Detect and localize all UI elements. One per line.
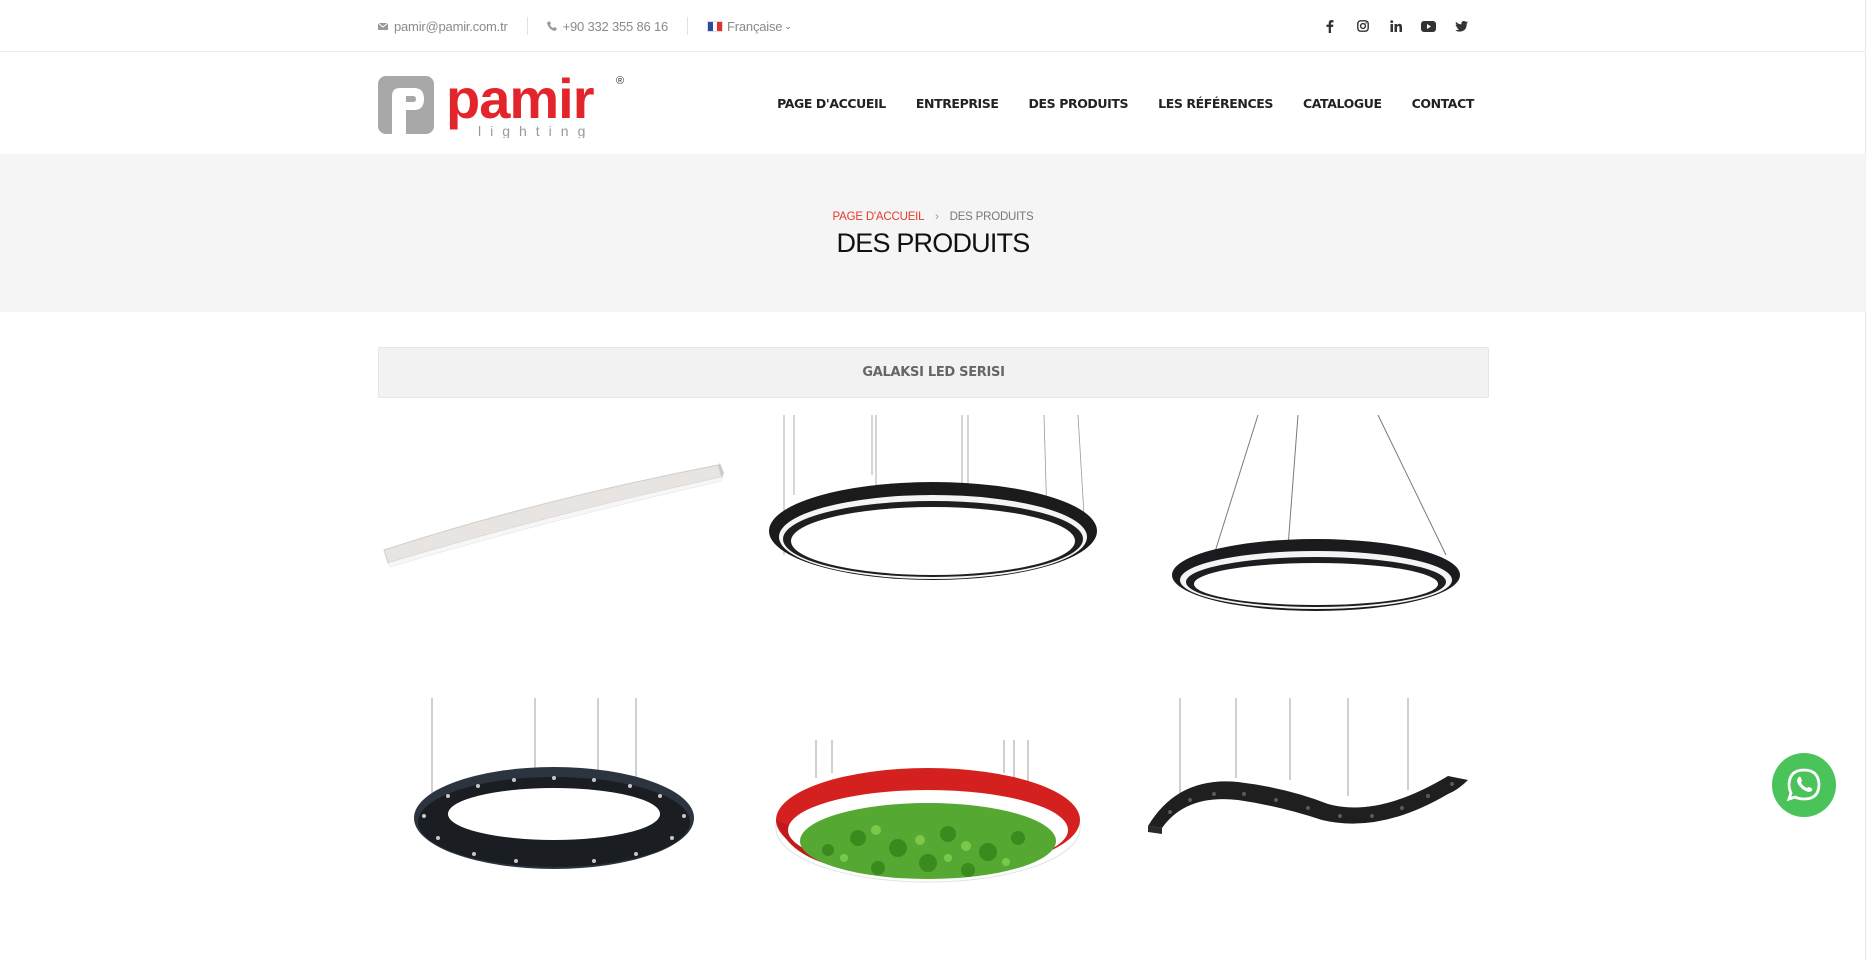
red-ring-moss-image	[775, 740, 1081, 883]
page: pamir@pamir.com.tr +90 332 355 86 16 Fra…	[0, 0, 1866, 960]
product-card-4[interactable]	[378, 698, 748, 928]
product-card-3[interactable]	[1118, 414, 1488, 645]
chevron-down-icon: ⌄	[784, 20, 792, 31]
topbar-phone[interactable]: +90 332 355 86 16	[546, 19, 669, 34]
large-black-ring-image	[769, 414, 1097, 580]
topbar-email[interactable]: pamir@pamir.com.tr	[378, 19, 508, 34]
hanging-black-ring-image	[1172, 414, 1460, 611]
page-title: DES PRODUITS	[836, 228, 1031, 258]
wave-black-spots-image	[1148, 698, 1468, 834]
product-card-1[interactable]	[378, 415, 748, 645]
topbar-phone-text[interactable]: +90 332 355 86 16	[563, 19, 669, 34]
chevron-right-icon: ›	[934, 211, 939, 223]
linkedin-icon[interactable]	[1379, 16, 1412, 36]
language-label[interactable]: Française	[727, 19, 782, 34]
curved-linear-light-image	[383, 463, 724, 568]
breadcrumb-current: DES PRODUITS	[949, 211, 1034, 223]
youtube-icon[interactable]	[1412, 16, 1445, 36]
nav-item-company[interactable]: ENTREPRISE	[916, 96, 999, 111]
nav-item-references[interactable]: LES RÉFÉRENCES	[1158, 96, 1273, 111]
whatsapp-button[interactable]	[1772, 753, 1836, 817]
pamir-logo[interactable]: pamir ® lighting	[378, 67, 630, 139]
breadcrumb-home[interactable]: PAGE D'ACCUEIL	[833, 211, 925, 223]
logo-wordmark: pamir	[446, 74, 594, 130]
logo-tagline: lighting	[478, 123, 594, 138]
series-heading[interactable]: GALAKSI LED SERISI	[378, 347, 1489, 398]
nav-item-catalogue[interactable]: CATALOGUE	[1303, 96, 1382, 111]
product-card-2[interactable]	[748, 414, 1118, 645]
registered-mark: ®	[616, 75, 624, 87]
whatsapp-icon	[1786, 768, 1821, 802]
nav-item-home[interactable]: PAGE D'ACCUEIL	[777, 96, 886, 111]
breadcrumb: PAGE D'ACCUEIL › DES PRODUITS	[0, 211, 1866, 223]
topbar: pamir@pamir.com.tr +90 332 355 86 16 Fra…	[0, 0, 1866, 52]
product-card-6[interactable]	[1118, 698, 1488, 928]
instagram-icon[interactable]	[1346, 16, 1379, 36]
black-ring-spots-image	[414, 698, 694, 869]
french-flag-icon	[707, 20, 724, 32]
facebook-icon[interactable]	[1313, 16, 1346, 36]
page-banner: PAGE D'ACCUEIL › DES PRODUITS DES PRODUI…	[0, 154, 1866, 312]
phone-icon	[546, 21, 557, 31]
nav-item-contact[interactable]: CONTACT	[1412, 96, 1475, 111]
twitter-icon[interactable]	[1445, 16, 1478, 36]
topbar-divider	[526, 17, 528, 35]
social-links	[1313, 16, 1478, 36]
topbar-divider	[687, 17, 689, 35]
product-card-5[interactable]	[748, 698, 1118, 928]
site-header: pamir ® lighting PAGE D'ACCUEIL ENTREPRI…	[0, 52, 1866, 154]
topbar-email-text[interactable]: pamir@pamir.com.tr	[394, 19, 508, 34]
language-selector[interactable]: Française ⌄	[707, 19, 792, 34]
nav-item-products[interactable]: DES PRODUITS	[1029, 96, 1129, 111]
main-nav: PAGE D'ACCUEIL ENTREPRISE DES PRODUITS L…	[777, 52, 1474, 154]
envelope-icon	[378, 22, 388, 30]
